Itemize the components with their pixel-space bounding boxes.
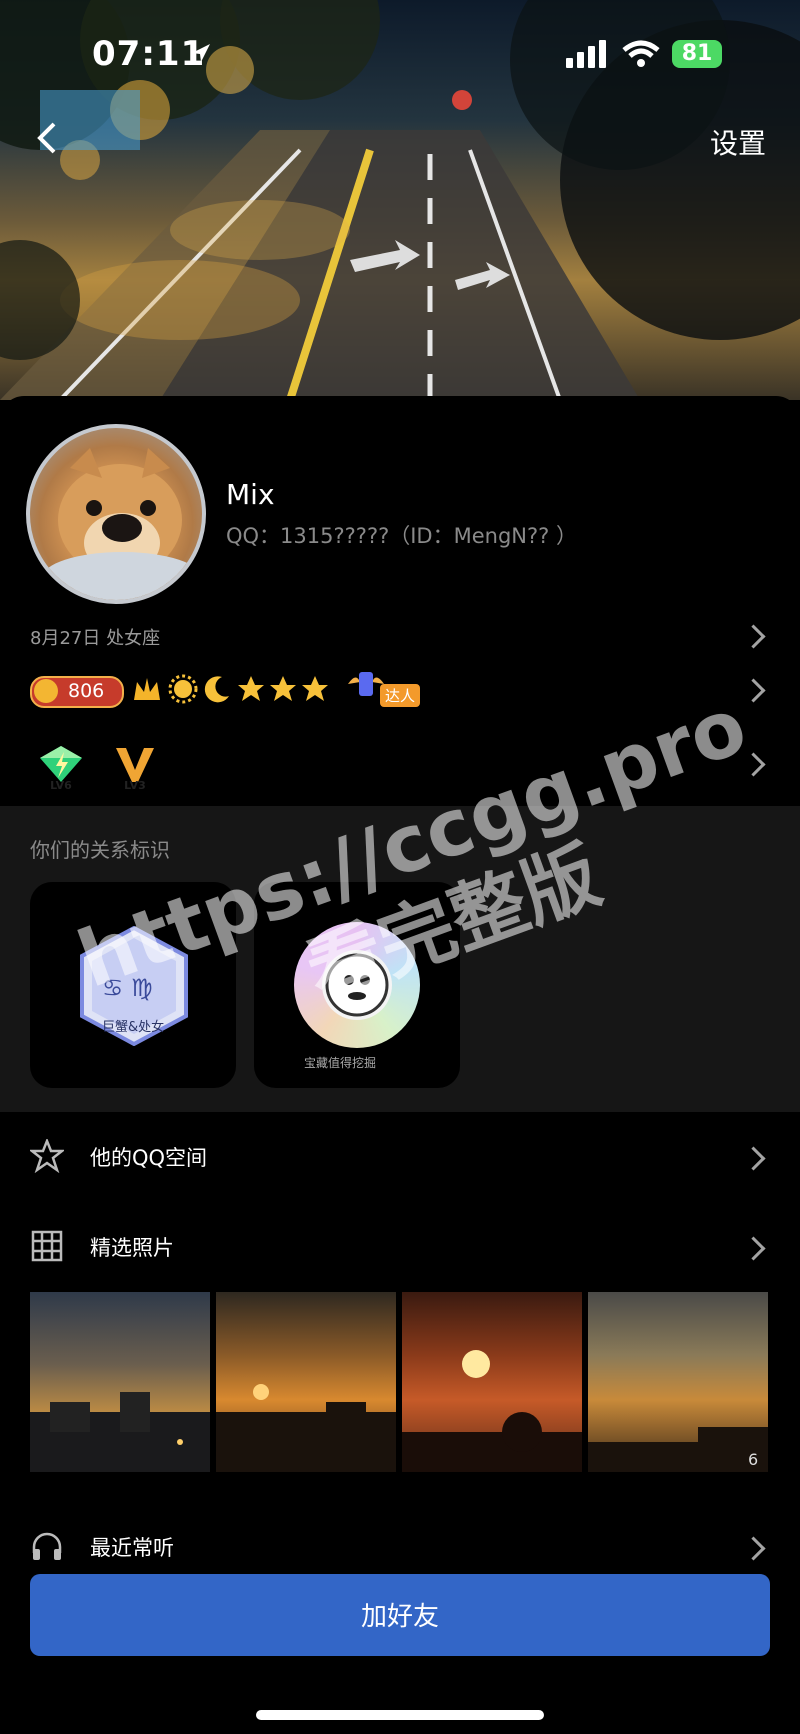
qzone-row[interactable]: 他的QQ空间 xyxy=(0,1126,800,1186)
levels-row[interactable] xyxy=(0,734,800,794)
recent-music-row[interactable]: 最近常听 xyxy=(0,1516,800,1576)
photos-label: 精选照片 xyxy=(90,1236,174,1260)
battery-indicator: 81 xyxy=(672,40,722,68)
profile-name: Mix xyxy=(226,478,275,511)
birthday-row[interactable] xyxy=(0,612,800,656)
treasure-badge-icon xyxy=(294,922,420,1048)
recent-music-label: 最近常听 xyxy=(90,1536,174,1560)
relationship-title: 你们的关系标识 xyxy=(30,838,170,862)
zodiac-label: 巨蟹&处女 xyxy=(102,1020,165,1035)
chevron-right-icon xyxy=(741,1146,766,1171)
home-indicator[interactable] xyxy=(256,1710,544,1720)
chevron-right-icon xyxy=(741,1236,766,1261)
battery-level: 81 xyxy=(681,41,713,66)
badges-row[interactable] xyxy=(0,662,800,714)
star-outline-icon xyxy=(30,1139,64,1173)
chevron-right-icon xyxy=(741,1536,766,1561)
add-friend-button[interactable]: 加好友 xyxy=(30,1574,770,1656)
status-time: 07:11 xyxy=(92,34,206,74)
photo-thumbnail[interactable] xyxy=(588,1292,768,1472)
relationship-card-treasure[interactable]: 宝藏值得挖掘 xyxy=(254,882,460,1088)
zodiac-symbols: ♋ ♍ xyxy=(102,974,153,1002)
qzone-label: 他的QQ空间 xyxy=(90,1146,208,1170)
treasure-label: 宝藏值得挖掘 xyxy=(304,1056,377,1070)
grid-icon xyxy=(31,1230,63,1262)
cellular-signal-icon xyxy=(566,40,606,68)
photo-thumbnail[interactable] xyxy=(30,1292,210,1472)
avatar[interactable] xyxy=(26,424,206,604)
settings-button[interactable]: 设置 xyxy=(710,122,766,162)
profile-qq-id: QQ：1315?????（ID：MengN?? ） xyxy=(226,524,577,548)
photo-thumbnail[interactable] xyxy=(402,1292,582,1472)
wifi-icon xyxy=(622,40,660,67)
headphones-icon xyxy=(32,1532,62,1560)
photo-thumbnail[interactable] xyxy=(216,1292,396,1472)
relationship-card-zodiac[interactable]: ♋ ♍ 巨蟹&处女 xyxy=(30,882,236,1088)
photos-row[interactable]: 精选照片 xyxy=(0,1216,800,1276)
photo-count: 6 xyxy=(748,1450,759,1469)
photo-strip xyxy=(30,1292,770,1472)
back-arrow-icon[interactable] xyxy=(28,118,68,158)
location-arrow-icon xyxy=(192,44,210,62)
